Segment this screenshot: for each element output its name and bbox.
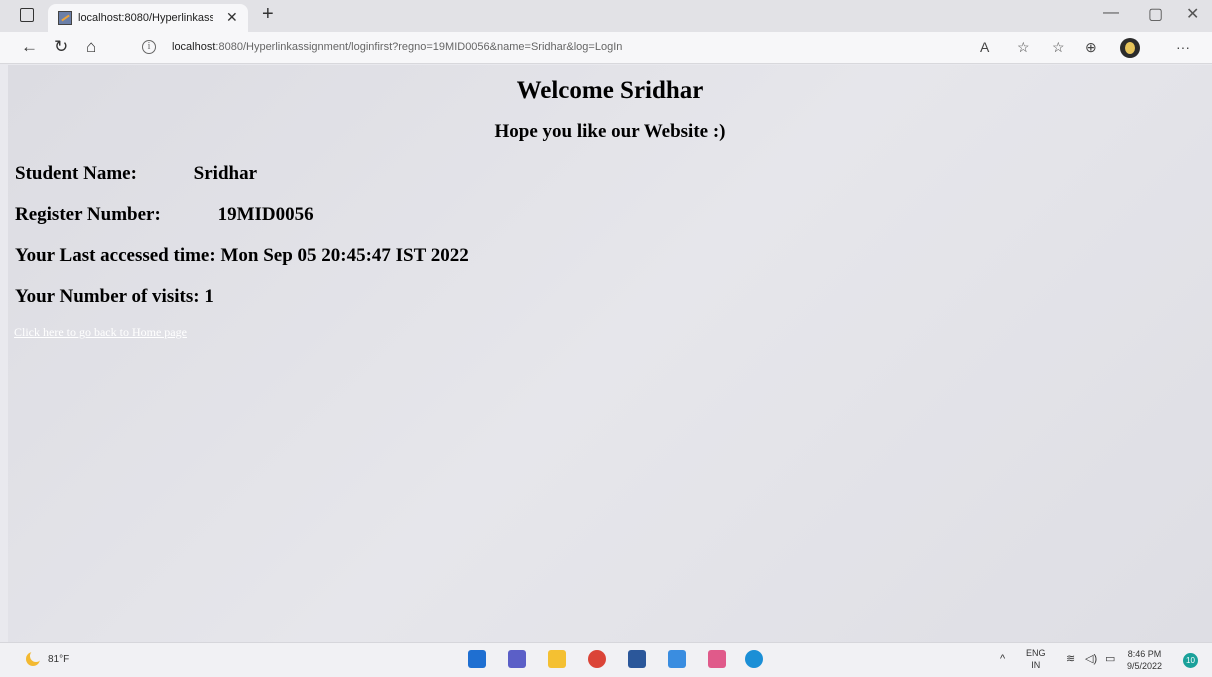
page-content: Welcome Sridhar Hope you like our Websit… [8,65,1212,642]
collections-icon[interactable]: ⊕ [1085,39,1097,56]
visits-row: Your Number of visits: 1 [15,286,214,308]
favorites-icon[interactable]: ☆ [1052,39,1065,56]
windows-start-icon[interactable] [468,650,486,668]
read-aloud-icon[interactable]: A [980,39,989,55]
student-name-value: Sridhar [193,163,258,184]
add-favorite-icon[interactable]: ☆ [1017,39,1030,56]
chrome-icon[interactable] [588,650,606,668]
teams-chat-icon[interactable] [508,650,526,668]
back-to-home-link[interactable]: Click here to go back to Home page [14,325,187,340]
language-code: ENG [1026,648,1046,658]
register-number-value: 19MID0056 [217,204,314,225]
more-menu-icon[interactable]: ··· [1176,39,1190,55]
tab-close-icon[interactable]: ✕ [226,9,238,26]
visits-label: Your Number of visits: [15,286,200,307]
new-tab-button[interactable]: + [262,3,274,26]
weather-temperature[interactable]: 81°F [48,654,69,665]
last-access-row: Your Last accessed time: Mon Sep 05 20:4… [15,245,469,266]
file-explorer-icon[interactable] [548,650,566,668]
address-bar[interactable]: i localhost:8080/Hyperlinkassignment/log… [136,35,1006,61]
profile-avatar[interactable] [1120,38,1140,58]
url-path: :8080/Hyperlinkassignment/loginfirst?reg… [215,41,623,53]
volume-icon[interactable]: ◁) [1085,652,1097,665]
home-icon[interactable]: ⌂ [86,37,96,57]
notification-badge[interactable]: 10 [1183,653,1198,668]
maximize-icon[interactable]: ▢ [1148,4,1163,24]
browser-tab[interactable]: localhost:8080/Hyperlinkassignment/login… [48,4,248,32]
taskbar: 81°F ^ ENG IN ≋ ◁) ▭ 8:46 PM 9/5/2022 10 [0,642,1212,677]
welcome-heading: Welcome Sridhar [516,77,704,104]
url-host: localhost [172,41,216,53]
edge-icon[interactable] [745,650,763,668]
minimize-icon[interactable]: — [1103,4,1119,22]
tab-strip: localhost:8080/Hyperlinkassignment/login… [0,0,1212,32]
refresh-icon[interactable]: ↻ [54,37,68,57]
student-name-row: Student Name: Sridhar [15,163,257,185]
tab-actions-icon[interactable] [20,8,34,22]
tray-overflow-icon[interactable]: ^ [1000,653,1005,665]
tab-favicon-icon [58,11,72,25]
language-region: IN [1031,660,1041,670]
app-hexagon-icon[interactable] [668,650,686,668]
clock-time: 8:46 PM [1127,649,1162,659]
clock-date: 9/5/2022 [1127,661,1163,671]
url-text[interactable]: localhost:8080/Hyperlinkassignment/login… [172,41,622,53]
word-icon[interactable] [628,650,646,668]
navigation-bar: ← ↻ ⌂ i localhost:8080/Hyperlinkassignme… [0,32,1212,64]
visits-value: 1 [204,286,214,307]
battery-icon[interactable]: ▭ [1105,652,1115,665]
register-number-label: Register Number: [15,204,161,225]
wifi-icon[interactable]: ≋ [1066,652,1075,665]
snipping-tool-icon[interactable] [708,650,726,668]
student-name-label: Student Name: [15,163,137,184]
register-number-row: Register Number: 19MID0056 [15,204,314,226]
weather-moon-icon[interactable] [26,650,42,666]
language-indicator[interactable]: ENG IN [1026,647,1046,671]
site-info-icon[interactable]: i [142,40,156,54]
clock[interactable]: 8:46 PM 9/5/2022 [1127,648,1162,672]
close-window-icon[interactable]: ✕ [1186,4,1199,24]
tab-title: localhost:8080/Hyperlinkassignment/login… [78,12,213,24]
welcome-subheading: Hope you like our Website :) [494,121,726,142]
back-arrow-icon[interactable]: ← [21,37,38,57]
